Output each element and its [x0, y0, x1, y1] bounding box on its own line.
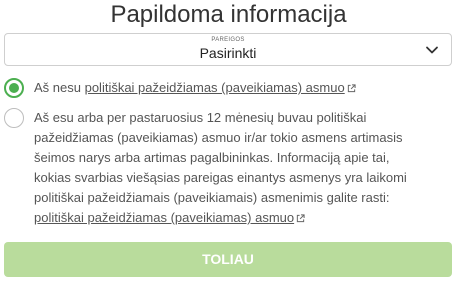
option-not-pep-label: Aš nesu: [34, 80, 85, 95]
chevron-down-icon: [426, 46, 438, 54]
select-value: Pasirinkti: [199, 45, 257, 61]
option-not-pep-text: Aš nesu politiškai pažeidžiamas (paveiki…: [34, 78, 356, 98]
option-is-pep: Aš esu arba per pastaruosius 12 mėnesių …: [4, 108, 424, 228]
external-link-icon: [347, 83, 356, 92]
option-not-pep: Aš nesu politiškai pažeidžiamas (paveiki…: [4, 78, 444, 98]
radio-not-pep[interactable]: [4, 78, 24, 98]
external-link-icon: [296, 213, 305, 222]
position-select[interactable]: PAREIGOS Pasirinkti: [4, 33, 452, 66]
continue-button[interactable]: TOLIAU: [4, 242, 452, 277]
option-is-pep-label: Aš esu arba per pastaruosius 12 mėnesių …: [34, 110, 407, 205]
page-title: Papildoma informacija: [110, 1, 347, 28]
pep-info-link[interactable]: politiškai pažeidžiamas (paveikiamas) as…: [85, 80, 345, 95]
radio-is-pep[interactable]: [4, 108, 24, 128]
option-is-pep-text: Aš esu arba per pastaruosius 12 mėnesių …: [34, 108, 424, 228]
select-label: PAREIGOS: [211, 37, 245, 43]
pep-info-link-2[interactable]: politiškai pažeidžiamas (paveikiamas) as…: [34, 210, 294, 225]
